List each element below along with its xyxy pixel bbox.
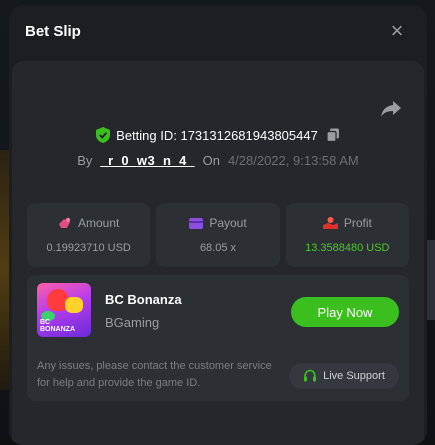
close-icon[interactable]: ×	[387, 21, 407, 41]
username-link[interactable]: _r_0_w3_n_4_	[100, 153, 194, 168]
stat-payout-value: 68.05 x	[200, 242, 236, 254]
stat-profit-label-row: Profit	[323, 216, 372, 230]
betting-id: Betting ID: 1731312681943805447	[116, 128, 318, 143]
game-provider: BGaming	[105, 315, 159, 330]
support-notice: Any issues, please contact the customer …	[37, 358, 277, 392]
profit-icon	[323, 217, 338, 229]
modal-header: Bet Slip ×	[9, 5, 427, 57]
share-icon[interactable]	[380, 99, 402, 119]
stat-profit-label: Profit	[344, 216, 372, 230]
stat-amount-label-row: Amount	[58, 216, 119, 230]
thumb-art-star	[65, 297, 83, 313]
stat-profit-value: 13.3588480 USD	[305, 242, 389, 254]
shield-check-icon	[96, 127, 110, 143]
thumb-logo-text: BC BONANZA	[40, 319, 75, 333]
game-card: BC BONANZA BC Bonanza BGaming Play Now A…	[27, 275, 409, 401]
bet-details-panel: Betting ID: 1731312681943805447 By _r_0_…	[12, 61, 424, 445]
copy-icon[interactable]	[326, 128, 340, 142]
thumb-logo-line2: BONANZA	[40, 326, 75, 333]
headset-icon	[303, 369, 317, 383]
live-support-button[interactable]: Live Support	[289, 363, 399, 389]
stat-amount-label: Amount	[78, 216, 119, 230]
live-support-label: Live Support	[323, 370, 385, 382]
on-label: On	[203, 153, 220, 168]
game-thumbnail[interactable]: BC BONANZA	[37, 283, 91, 337]
by-label: By	[77, 153, 92, 168]
stat-payout: Payout 68.05 x	[156, 203, 279, 267]
betting-id-row: Betting ID: 1731312681943805447	[12, 127, 424, 143]
stat-amount: Amount 0.19923710 USD	[27, 203, 150, 267]
payout-icon	[189, 218, 203, 229]
modal-title: Bet Slip	[25, 23, 81, 40]
bet-date: 4/28/2022, 9:13:58 AM	[228, 153, 359, 168]
game-name[interactable]: BC Bonanza	[105, 292, 182, 307]
play-now-button[interactable]: Play Now	[291, 297, 399, 327]
amount-icon	[58, 217, 72, 229]
thumb-logo-line1: BC	[40, 319, 50, 326]
bet-stats: Amount 0.19923710 USD Payout 68.05 x	[27, 203, 409, 267]
bet-slip-modal: Bet Slip × Betting ID: 17313126819438054…	[9, 5, 427, 445]
stat-profit: Profit 13.3588480 USD	[286, 203, 409, 267]
stat-payout-label-row: Payout	[189, 216, 246, 230]
stat-payout-label: Payout	[209, 216, 246, 230]
stat-amount-value: 0.19923710 USD	[46, 242, 130, 254]
bet-author-row: By _r_0_w3_n_4_ On 4/28/2022, 9:13:58 AM	[12, 153, 424, 168]
